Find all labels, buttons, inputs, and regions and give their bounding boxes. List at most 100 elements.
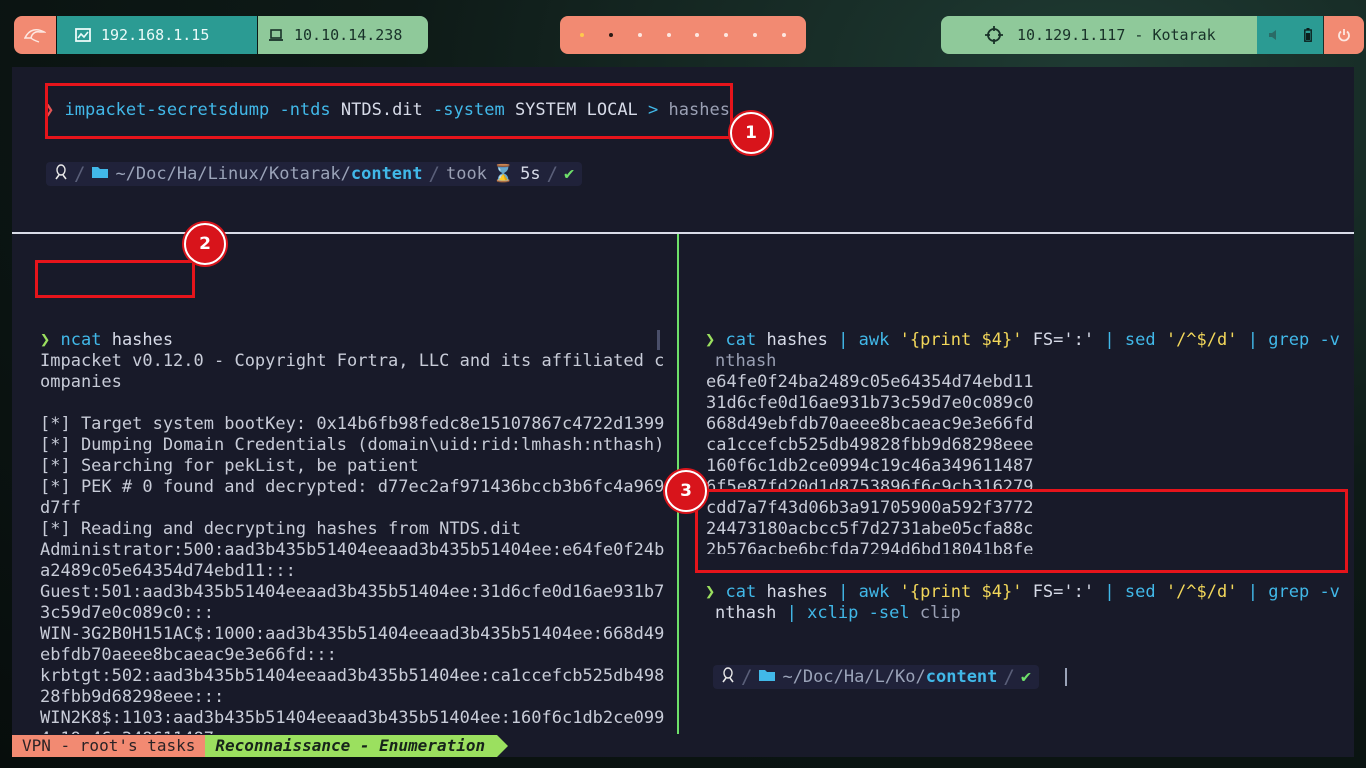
session-name[interactable]: VPN - root's tasks [12,735,206,757]
prompt-separator: / [1003,666,1015,688]
power-icon [1338,29,1350,42]
local-ip-widget[interactable]: 192.168.1.15 [57,16,257,54]
pipe-symbol: | [786,603,797,623]
prompt-separator: / [74,163,86,185]
hash-line: ca1ccefcb525db49828fbb9d68298eee [706,435,1034,455]
command-name: cat [725,330,757,350]
target-widget[interactable]: 10.129.1.117 - Kotarak [941,16,1257,54]
command-arg: hashes [111,330,174,350]
shell-prompt-top: / ~/Doc/Ha/Linux/Kotarak/content / took … [46,162,583,186]
volume-button[interactable] [1257,16,1293,54]
laptop-icon [269,28,283,41]
pipe-symbol: | [1247,330,1258,350]
linux-tux-icon [721,666,735,688]
output-line: [*] Searching for pekList, be patient [40,456,419,476]
took-value: 5s [520,164,541,184]
scrollbar-thumb[interactable] [657,330,660,350]
workspace-6-dot[interactable] [724,33,729,37]
terminal-window[interactable]: ❯ impacket-secretsdump -ntds NTDS.dit -s… [12,67,1354,757]
prompt-arrow: ❯ [705,330,716,350]
output-line: 28fbb9d68298eee::: [40,687,225,707]
output-line: Administrator:500:aad3b435b51404eeaad3b4… [40,540,665,560]
prompt-separator: / [741,666,753,688]
command-flag: -v [1319,582,1340,602]
output-line: [*] Reading and decrypting hashes from N… [40,519,522,539]
prompt-path: ~/Doc/Ha/L/Ko/ [782,667,926,687]
command-arg: clip [919,603,961,623]
annotation-box-3 [695,489,1348,573]
window-name[interactable]: Reconnaissance - Enumeration [205,735,508,757]
linux-tux-icon [54,163,68,185]
output-line: [*] Dumping Domain Credentials (domain\u… [40,435,665,455]
output-line: 4c19c46a349611487::: [40,729,245,734]
workspace-5-dot[interactable] [695,33,700,37]
prompt-arrow: ❯ [705,582,716,602]
xclip-command-line: ❯ cat hashes | awk '{print $4}' FS=':' |… [705,582,1340,603]
command-name: cat [725,582,757,602]
power-button[interactable] [1324,16,1364,54]
workspace-4-dot[interactable] [666,33,671,37]
workspace-3-dot[interactable] [637,33,642,37]
vpn-ip-widget[interactable]: 10.10.14.238 [258,16,428,54]
text-cursor [1065,668,1067,686]
monitor-chart-icon [75,28,91,42]
shell-prompt-right: / ~/Doc/Ha/L/Ko/content / ✔ [713,665,1040,689]
hash-line: e64fe0f24ba2489c05e64354d74ebd11 [706,372,1034,392]
took-label: took [445,164,487,184]
output-line: Impacket v0.12.0 - Copyright Fortra, LLC… [40,351,665,371]
command-flag: -sel [868,603,910,623]
prompt-separator: / [428,163,440,185]
command-arg: FS=':' [1032,582,1095,602]
crosshair-icon [985,26,1003,44]
command-arg: FS=':' [1032,330,1095,350]
workspace-8-dot[interactable] [781,33,786,37]
output-line: 3c59d7e0c089c0::: [40,603,214,623]
success-check-icon: ✔ [564,164,575,184]
command-string: '{print $4}' [899,330,1023,350]
command-name: awk [858,582,890,602]
annotation-badge-2: 2 [184,223,226,265]
output-line: a2489c05e64354d74ebd11::: [40,561,296,581]
output-line: Guest:501:aad3b435b51404eeaad3b435b51404… [40,582,665,602]
command-name: grep [1268,582,1310,602]
hash-line: 668d49ebfdb70aeee8bcaeac9e3e66fd [706,414,1034,434]
terminal-pane-right[interactable]: ❯ cat hashes | awk '{print $4}' FS=':' |… [679,234,1354,734]
output-line: [*] PEK # 0 found and decrypted: d77ec2a… [40,477,665,497]
volume-muted-icon [1269,30,1276,40]
ncat-command-line: ❯ ncat hashes [40,330,173,351]
awk-command-line: ❯ cat hashes | awk '{print $4}' FS=':' |… [705,330,1340,351]
annotation-box-2 [35,260,195,298]
command-name: awk [858,330,890,350]
awk-command-continuation: nthash [715,351,776,372]
workspace-7-dot[interactable] [752,33,757,37]
command-name: sed [1124,582,1156,602]
tmux-status-bar: VPN - root's tasks Reconnaissance - Enum… [12,735,508,757]
output-line: [*] Target system bootKey: 0x14b6fb98fed… [40,414,665,434]
output-line: WIN-3G2B0H151AC$:1000:aad3b435b51404eeaa… [40,624,665,644]
output-line: ompanies [40,372,122,392]
menu-button[interactable] [14,16,56,54]
pipe-symbol: | [838,582,849,602]
annotation-box-1 [45,83,733,139]
command-string: '{print $4}' [899,582,1023,602]
vpn-ip-text: 10.10.14.238 [294,26,403,44]
success-check-icon: ✔ [1020,667,1032,687]
local-ip-text: 192.168.1.15 [101,26,210,44]
annotation-badge-3: 3 [665,470,707,512]
pipe-symbol: | [1104,330,1115,350]
command-string: '/^$/d' [1165,330,1238,350]
prompt-path-current: content [350,164,423,184]
output-line: krbtgt:502:aad3b435b51404eeaad3b435b5140… [40,666,665,686]
pipe-symbol: | [1247,582,1258,602]
command-flag: -v [1319,330,1340,350]
workspace-2-dot[interactable] [609,33,614,37]
command-name: grep [1268,330,1310,350]
terminal-pane-left[interactable]: ❯ ncat hashes Impacket v0.12.0 - Copyrig… [12,234,677,734]
battery-button[interactable] [1293,16,1323,54]
workspace-switcher[interactable] [560,16,806,54]
output-line: WIN2K8$:1103:aad3b435b51404eeaad3b435b51… [40,708,665,728]
hash-line: 160f6c1db2ce0994c19c46a349611487 [706,456,1034,476]
command-arg: nthash [715,603,777,623]
workspace-1-dot[interactable] [580,33,585,37]
xclip-command-continuation: nthash | xclip -sel clip [715,603,961,624]
